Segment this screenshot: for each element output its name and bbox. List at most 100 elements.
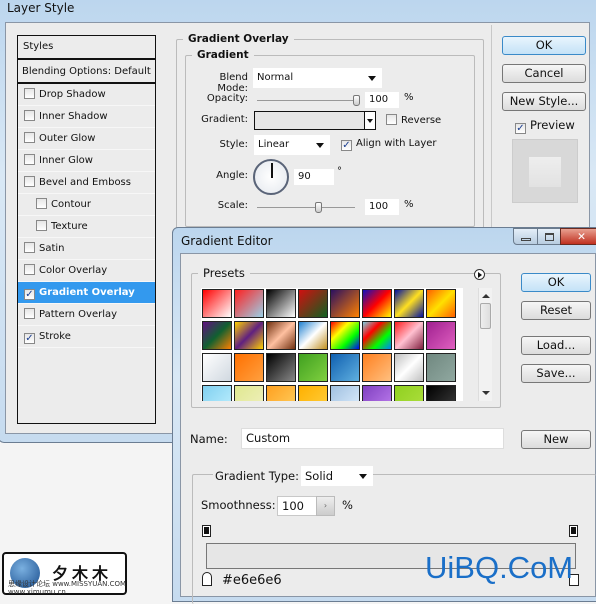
style-item-stroke[interactable]: ✓ Stroke [18, 326, 155, 348]
preset-swatch[interactable] [202, 385, 232, 401]
preset-swatch[interactable] [394, 321, 424, 350]
checkbox-icon[interactable] [36, 198, 47, 209]
scale-input[interactable]: 100 [365, 199, 399, 215]
scroll-down-icon[interactable] [482, 391, 490, 395]
preset-swatch[interactable] [362, 385, 392, 401]
preset-swatch[interactable] [394, 289, 424, 318]
style-item-inner-glow[interactable]: Inner Glow [18, 150, 155, 172]
chevron-down-icon[interactable] [364, 112, 375, 129]
checkbox-icon[interactable] [24, 242, 35, 253]
opacity-stop-left[interactable] [202, 525, 211, 537]
smoothness-stepper[interactable]: › [316, 496, 335, 516]
editor-ok-button[interactable]: OK [521, 273, 591, 292]
preset-swatch[interactable] [394, 353, 424, 382]
preset-swatch[interactable] [234, 321, 264, 350]
presets-scrollbar[interactable] [478, 288, 492, 401]
checkbox-icon[interactable] [36, 220, 47, 231]
preset-swatch[interactable] [362, 289, 392, 318]
opacity-slider[interactable] [257, 95, 360, 106]
checkbox-icon[interactable] [24, 308, 35, 319]
preset-swatch[interactable] [298, 289, 328, 318]
scale-slider-thumb[interactable] [315, 202, 322, 213]
opacity-slider-thumb[interactable] [353, 95, 360, 106]
preset-swatch[interactable] [426, 385, 456, 401]
style-item-texture[interactable]: Texture [18, 216, 155, 238]
preset-swatch[interactable] [362, 353, 392, 382]
save-button[interactable]: Save... [521, 364, 591, 383]
checkbox-icon[interactable]: ✓ [341, 140, 352, 151]
styles-header[interactable]: Styles [18, 36, 155, 60]
new-style-button[interactable]: New Style... [502, 92, 586, 111]
ok-button[interactable]: OK [502, 36, 586, 55]
load-button[interactable]: Load... [521, 336, 591, 355]
checkbox-icon[interactable] [24, 132, 35, 143]
style-item-drop-shadow[interactable]: Drop Shadow [18, 84, 155, 106]
scroll-up-icon[interactable] [482, 294, 490, 298]
maximize-button[interactable] [537, 228, 561, 245]
close-button[interactable]: ✕ [560, 228, 596, 245]
preset-swatch[interactable] [266, 385, 296, 401]
preset-swatch[interactable] [330, 353, 360, 382]
preset-swatch[interactable] [394, 385, 424, 401]
scale-slider[interactable] [257, 202, 355, 213]
preset-swatch[interactable] [202, 289, 232, 318]
minimize-button[interactable] [513, 228, 538, 245]
checkbox-icon[interactable]: ✓ [24, 333, 35, 344]
preset-swatch[interactable] [330, 289, 360, 318]
checkbox-icon[interactable] [24, 176, 35, 187]
preset-swatch[interactable] [426, 289, 456, 318]
presets-menu-icon[interactable] [474, 269, 485, 280]
checkbox-icon[interactable] [24, 110, 35, 121]
blend-mode-select[interactable]: Normal [253, 68, 382, 88]
preset-swatch[interactable] [234, 353, 264, 382]
color-stop-left[interactable] [202, 572, 212, 586]
preset-swatch[interactable] [202, 321, 232, 350]
checkbox-icon[interactable] [24, 88, 35, 99]
preview-checkbox[interactable]: ✓ Preview [515, 118, 575, 134]
style-item-outer-glow[interactable]: Outer Glow [18, 128, 155, 150]
preset-swatch[interactable] [234, 385, 264, 401]
preset-swatch[interactable] [426, 321, 456, 350]
checkbox-icon[interactable] [386, 114, 397, 125]
style-item-pattern-overlay[interactable]: Pattern Overlay [18, 304, 155, 326]
preset-swatch[interactable] [266, 289, 296, 318]
scrollbar-thumb[interactable] [480, 303, 491, 329]
name-input[interactable]: Custom [241, 428, 504, 449]
preset-swatch[interactable] [234, 289, 264, 318]
style-item-inner-shadow[interactable]: Inner Shadow [18, 106, 155, 128]
cancel-button[interactable]: Cancel [502, 64, 586, 83]
preset-swatch[interactable] [298, 353, 328, 382]
opacity-input[interactable]: 100 [365, 92, 399, 108]
smoothness-input[interactable]: 100 [277, 496, 317, 516]
style-select[interactable]: Linear [254, 135, 330, 155]
opacity-stop-right[interactable] [569, 525, 578, 537]
preset-swatch[interactable] [330, 385, 360, 401]
style-item-gradient-overlay[interactable]: ✓ Gradient Overlay [18, 282, 155, 304]
preset-swatch[interactable] [266, 353, 296, 382]
gradient-type-select[interactable]: Solid [301, 466, 373, 486]
preset-swatch[interactable] [362, 321, 392, 350]
reset-button[interactable]: Reset [521, 301, 591, 320]
checkbox-icon[interactable]: ✓ [24, 289, 35, 300]
angle-input[interactable]: 90 [294, 169, 334, 185]
new-button[interactable]: New [521, 430, 591, 449]
style-item-bevel-and-emboss[interactable]: Bevel and Emboss [18, 172, 155, 194]
align-with-layer-checkbox[interactable]: ✓ Align with Layer [341, 138, 437, 151]
blending-options[interactable]: Blending Options: Default [18, 60, 155, 84]
gradient-picker[interactable] [254, 111, 376, 130]
checkbox-icon[interactable] [24, 154, 35, 165]
checkbox-icon[interactable]: ✓ [515, 123, 526, 134]
style-item-contour[interactable]: Contour [18, 194, 155, 216]
reverse-checkbox[interactable]: Reverse [386, 114, 441, 126]
preset-swatch[interactable] [202, 353, 232, 382]
checkbox-icon[interactable] [24, 264, 35, 275]
style-item-satin[interactable]: Satin [18, 238, 155, 260]
preset-swatch[interactable] [266, 321, 296, 350]
angle-dial[interactable] [253, 159, 289, 195]
preset-swatch[interactable] [298, 385, 328, 401]
preset-swatch[interactable] [426, 353, 456, 382]
preset-swatch[interactable] [330, 321, 360, 350]
chevron-down-icon [316, 143, 324, 148]
style-item-color-overlay[interactable]: Color Overlay [18, 260, 155, 282]
preset-swatch[interactable] [298, 321, 328, 350]
